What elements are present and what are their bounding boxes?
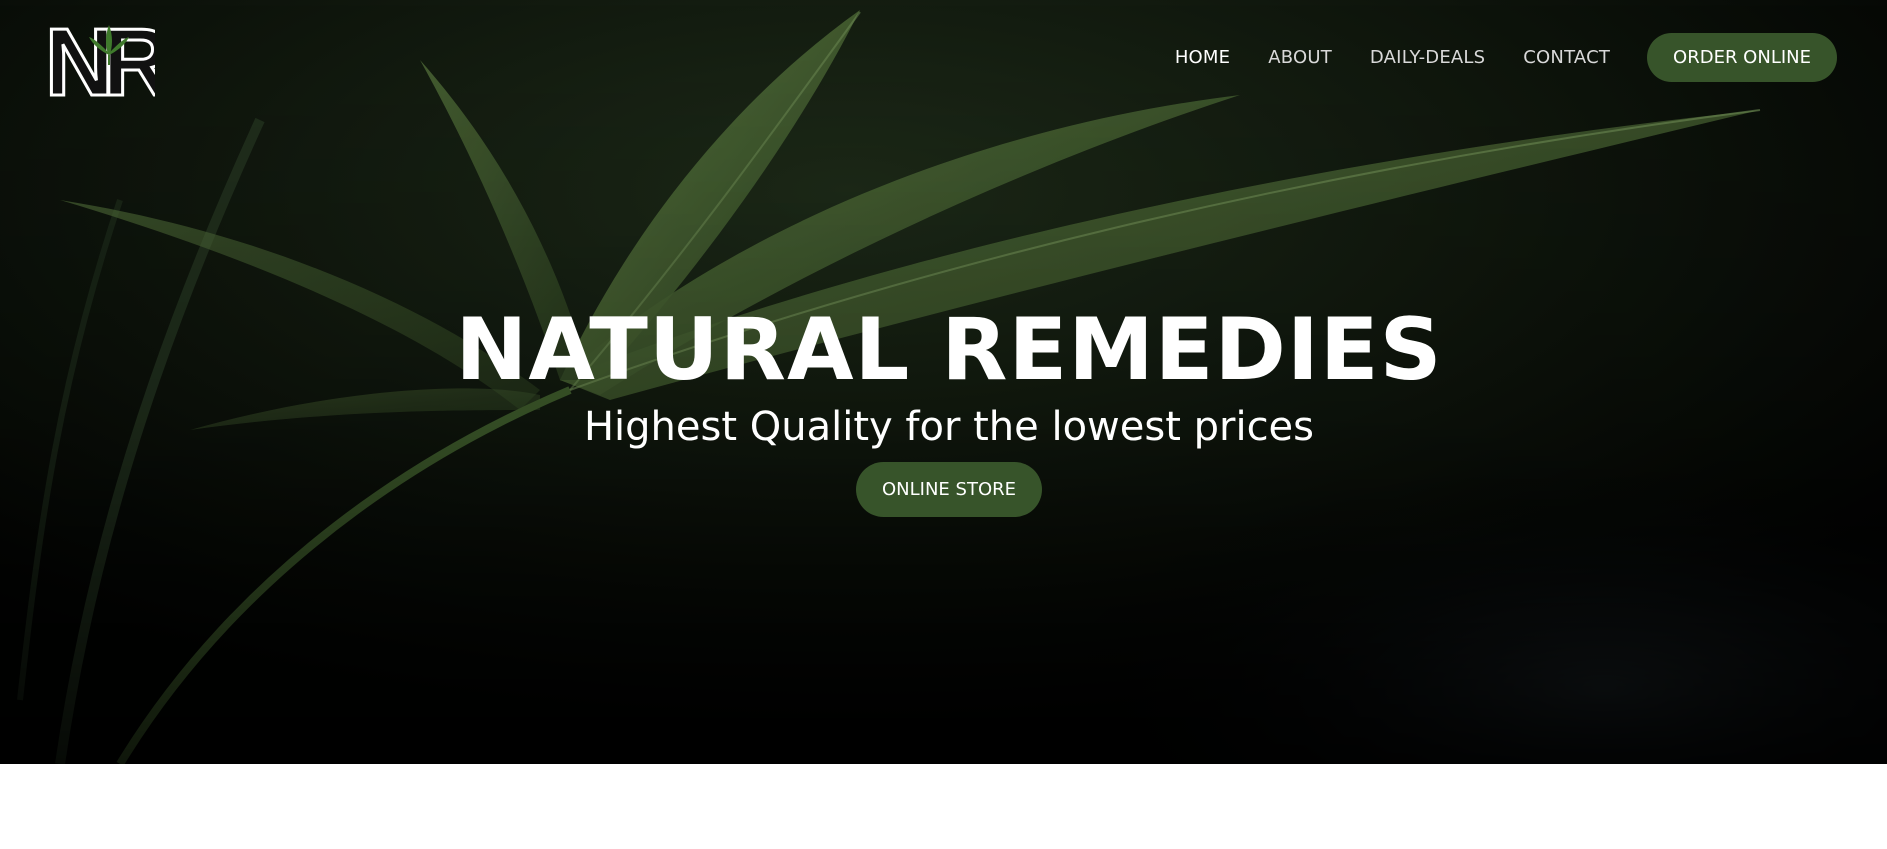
nav-item-daily-deals[interactable]: DAILY-DEALS	[1370, 47, 1485, 68]
order-online-button[interactable]: ORDER ONLINE	[1647, 33, 1837, 82]
nav-item-about[interactable]: ABOUT	[1268, 47, 1332, 68]
site-header: NR HOME ABOUT DAILY-DEALS CONTACT ORDER …	[0, 0, 1887, 114]
nav-item-contact[interactable]: CONTACT	[1523, 47, 1610, 68]
hero-content: NATURAL REMEDIES Highest Quality for the…	[0, 300, 1887, 517]
hero-subtitle: Highest Quality for the lowest prices	[583, 404, 1315, 450]
brand-logo[interactable]: NR	[43, 13, 156, 101]
hero-title: NATURAL REMEDIES	[455, 300, 1443, 400]
hero-section: NR HOME ABOUT DAILY-DEALS CONTACT ORDER …	[0, 0, 1887, 764]
svg-text:NR: NR	[45, 13, 155, 101]
nav-item-home[interactable]: HOME	[1175, 47, 1230, 68]
online-store-button[interactable]: ONLINE STORE	[856, 462, 1042, 517]
main-navigation: HOME ABOUT DAILY-DEALS CONTACT ORDER ONL…	[1137, 33, 1837, 82]
